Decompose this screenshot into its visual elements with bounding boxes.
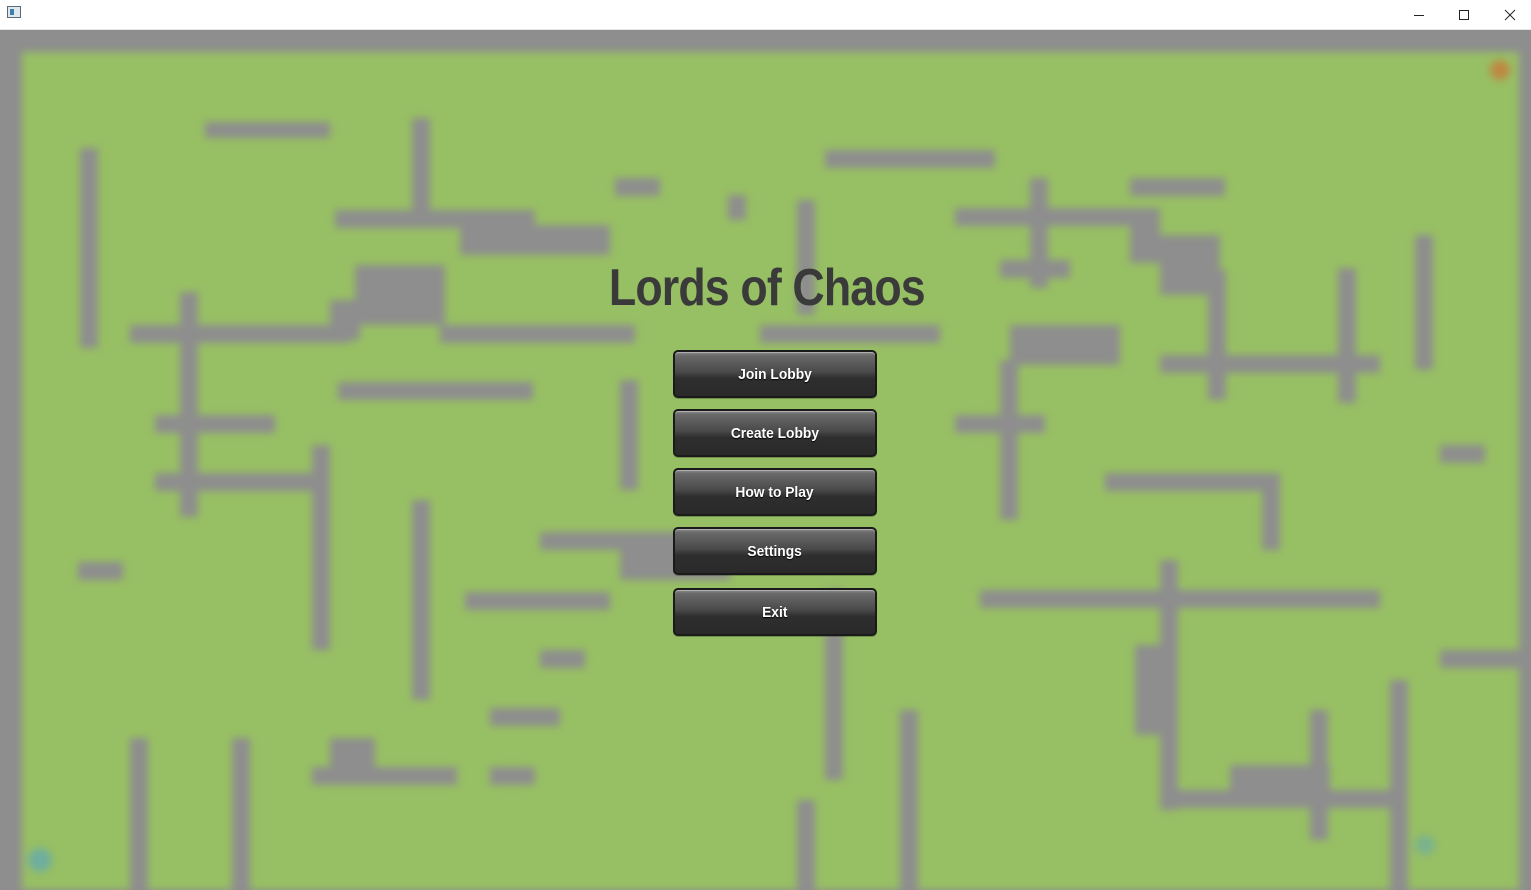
maze-background (0, 30, 1531, 890)
game-viewport: Lords of Chaos Join Lobby Create Lobby H… (0, 30, 1531, 890)
minimize-button[interactable] (1396, 0, 1442, 29)
game-title: Lords of Chaos (608, 259, 926, 317)
app-icon (7, 6, 21, 18)
window-titlebar (0, 0, 1531, 30)
how-to-play-button[interactable]: How to Play (673, 468, 877, 516)
close-button[interactable] (1487, 0, 1531, 29)
exit-label: Exit (762, 603, 788, 621)
maximize-button[interactable] (1441, 0, 1487, 29)
create-lobby-label: Create Lobby (730, 424, 820, 442)
close-icon (1504, 9, 1516, 20)
maximize-icon (1459, 9, 1469, 20)
create-lobby-button[interactable]: Create Lobby (673, 409, 877, 457)
how-to-play-label: How to Play (735, 483, 815, 501)
join-lobby-button[interactable]: Join Lobby (673, 350, 877, 398)
minimize-icon (1414, 14, 1424, 16)
exit-button[interactable]: Exit (673, 588, 877, 636)
settings-label: Settings (747, 542, 803, 560)
join-lobby-label: Join Lobby (738, 365, 812, 383)
settings-button[interactable]: Settings (673, 527, 877, 575)
